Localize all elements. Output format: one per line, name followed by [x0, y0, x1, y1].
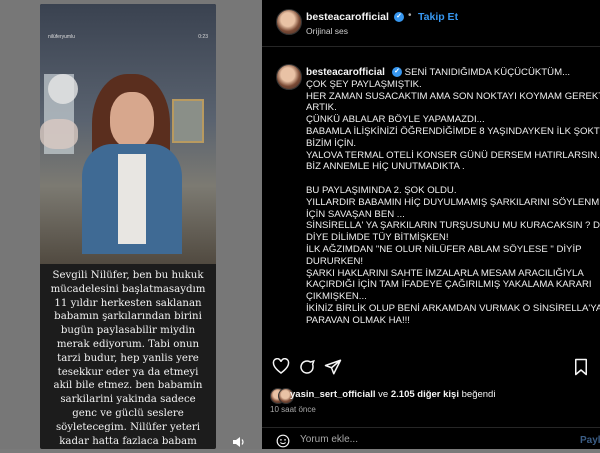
video-person-face — [110, 92, 154, 148]
caption-line: YALOVA TERMAL OTELİ KONSER GÜNÜ DERSEM H… — [306, 149, 600, 161]
video-person-shirt — [118, 154, 146, 244]
audio-label[interactable]: Orijinal ses — [306, 26, 348, 36]
caption-line: ÇOK ŞEY PAYLAŞMIŞTIK. — [306, 78, 422, 90]
share-icon[interactable] — [324, 358, 342, 376]
video-lamp-shape — [48, 74, 78, 104]
comment-input[interactable] — [300, 434, 550, 445]
caption-line: BİZİM İÇİN. — [306, 137, 357, 149]
likes-connector: ve — [375, 389, 391, 400]
caption-line: DURURKEN! — [306, 255, 364, 267]
separator-dot: • — [408, 10, 412, 21]
emoji-icon[interactable] — [276, 434, 290, 448]
caption-line: SİNSİRELLA' YA ŞARKILARIN TURŞUSUNU MU K… — [306, 220, 600, 232]
heart-icon[interactable] — [272, 357, 290, 376]
caption-line: PARAVAN OLMAK HA!!! — [306, 314, 410, 326]
follow-button[interactable]: Takip Et — [418, 11, 458, 23]
caption-line: ARTIK. — [306, 102, 337, 114]
liker-username[interactable]: yasin_sert_officiall — [290, 389, 376, 400]
caption-line: İKİNİZ BİRLİK OLUP BENİ ARKAMDAN VURMAK … — [306, 302, 600, 314]
video-player[interactable]: nilüferyumlu 0:23 Sevgili Nilüfer, ben b… — [40, 4, 216, 449]
post-timestamp[interactable]: 10 saat önce — [270, 405, 316, 414]
caption-line: KAÇIRDIĞI İÇİN TAM İFADEYE ÇAĞIRILMIŞ YA… — [306, 279, 592, 291]
caption-line: BU PAYLAŞIMINDA 2. ŞOK OLDU. — [306, 184, 457, 196]
post-comment-button[interactable]: Paylaş — [580, 435, 600, 446]
caption-line: İÇİN SAVAŞAN BEN ... — [306, 208, 405, 220]
likes-suffix: beğendi — [458, 389, 496, 400]
likes-others[interactable]: 2.105 diğer kişi — [391, 389, 459, 400]
video-caption-text: Sevgili Nilüfer, ben bu hukuk mücadelesi… — [50, 270, 206, 447]
caption-line: HER ZAMAN SUSACAKTIM AMA SON NOKTAYI KOY… — [306, 90, 600, 102]
caption-line: İLK AĞZIMDAN "NE OLUR NİLÜFER ABLAM SÖYL… — [306, 243, 582, 255]
comment-bar: Paylaş — [262, 427, 600, 450]
caption-line: BİZ ANNEMLE HİÇ UNUTMADIKTA . — [306, 161, 465, 173]
header-username[interactable]: besteacarofficial — [306, 11, 389, 23]
bookmark-icon[interactable] — [572, 358, 590, 376]
caption-line: YILLARDIR BABAMIN HİÇ DUYULMAMIŞ ŞARKILA… — [306, 196, 600, 208]
caption-line: ÇIKMIŞKEN... — [306, 291, 367, 303]
video-flowers-shape — [40, 119, 78, 149]
caption-line: ÇÜNKÜ ABLALAR BÖYLE YAPAMAZDI... — [306, 114, 485, 126]
likes-summary[interactable]: yasin_sert_officiall ve 2.105 diğer kişi… — [290, 389, 495, 400]
caption-line — [306, 173, 600, 185]
video-overlay-time: 0:23 — [198, 34, 208, 40]
caption-line: ŞARKI HAKLARINI SAHTE İMZALARLA MESAM AR… — [306, 267, 584, 279]
caption-line: DİYE DİLİMDE TÜY BİTMİŞKEN! — [306, 232, 449, 244]
video-overlay-username: nilüferyumlu — [48, 34, 75, 40]
post-panel: besteacarofficial ✓ • Takip Et Orijinal … — [262, 0, 600, 449]
speaker-icon[interactable] — [232, 436, 248, 449]
action-bar — [262, 357, 600, 382]
verified-badge-icon: ✓ — [394, 12, 404, 22]
caption-avatar[interactable] — [276, 64, 302, 90]
verified-badge-icon: ✓ — [392, 67, 402, 77]
caption-line: BABAMLA İLİŞKİNİZİ ÖĞRENDİĞİMDE 8 YAŞIND… — [306, 125, 600, 137]
caption-username[interactable]: besteacarofficial — [306, 67, 385, 78]
post-header: besteacarofficial ✓ • Takip Et Orijinal … — [262, 0, 600, 47]
avatar[interactable] — [276, 9, 302, 35]
comment-icon[interactable] — [298, 358, 316, 376]
caption-text: ❤ SENİ TANIDIĞIMDA KÜÇÜCÜKTÜM... ÇOK ŞEY … — [306, 67, 600, 327]
video-picture-frame-shape — [172, 99, 204, 143]
